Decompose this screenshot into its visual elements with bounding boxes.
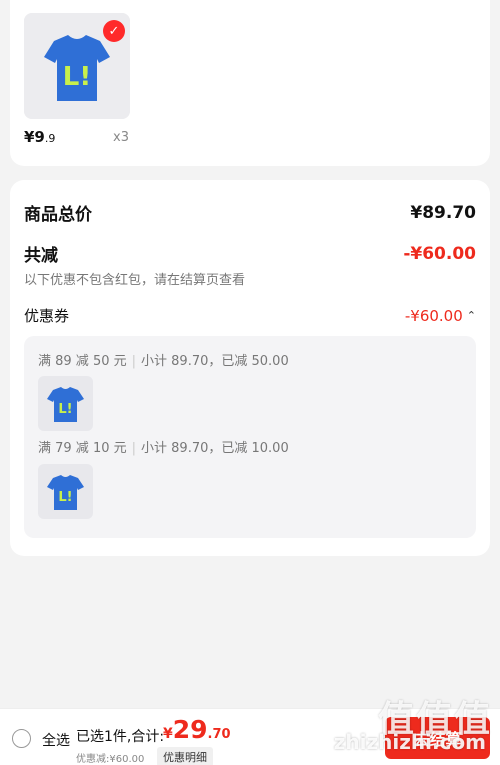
select-all-label[interactable]: 全选 xyxy=(42,730,70,750)
reduce-label: 共减 xyxy=(24,246,58,266)
reduce-row: 共减 -¥60.00 xyxy=(24,241,476,267)
blue-tshirt-icon: L! xyxy=(47,475,84,510)
shirt-print: L! xyxy=(58,402,72,417)
reduce-note: 以下优惠不包含红包，请在结算页查看 xyxy=(24,273,246,288)
coupon-line-1: 满 89 减 50 元 | 小计 89.70，已减 50.00 xyxy=(38,354,289,369)
coupon-detail-box: 满 89 减 50 元 | 小计 89.70，已减 50.00 L! 满 79 减 … xyxy=(24,336,476,538)
shirt-print: L! xyxy=(63,62,91,92)
coupon-rule: 满 79 减 10 元 xyxy=(38,441,127,456)
chevron-up-icon[interactable]: ⌃ xyxy=(467,309,476,322)
cart-item-card: L! ✓ ¥9.9 x3 xyxy=(10,0,490,166)
coupon-value: -¥60.00 xyxy=(404,306,463,325)
item-price: ¥9.9 xyxy=(24,128,56,146)
total-row: 商品总价 ¥89.70 xyxy=(24,200,476,226)
coupon-value-wrap[interactable]: -¥60.00 ⌃ xyxy=(405,307,476,325)
coupon-label: 优惠券 xyxy=(24,307,70,325)
blue-tshirt-icon: L! xyxy=(47,387,84,422)
coupon-subtotal: 小计 89.70，已减 10.00 xyxy=(141,441,289,456)
item-quantity: x3 xyxy=(113,130,129,145)
coupon-line-2: 满 79 减 10 元 | 小计 89.70，已减 10.00 xyxy=(38,441,289,456)
total-label: 商品总价 xyxy=(24,205,92,225)
shirt-print: L! xyxy=(58,490,72,505)
watermark-url: zhizhizhi.com xyxy=(333,730,486,754)
selected-check-icon[interactable]: ✓ xyxy=(103,20,125,42)
selected-count: 已选1件,合计: xyxy=(76,729,165,745)
grand-total: ¥29.70 xyxy=(163,715,231,744)
coupon-product-thumbnail: L! xyxy=(38,464,93,519)
select-all-radio[interactable] xyxy=(12,729,31,748)
coupon-product-thumbnail: L! xyxy=(38,376,93,431)
coupon-rule: 满 89 减 50 元 xyxy=(38,354,127,369)
total-value: ¥89.70 xyxy=(410,202,476,223)
coupon-subtotal: 小计 89.70，已减 50.00 xyxy=(141,354,289,369)
coupon-row[interactable]: 优惠券 -¥60.00 ⌃ xyxy=(24,305,476,326)
reduce-value: -¥60.00 xyxy=(403,243,476,264)
discount-note: 优惠减:¥60.00 xyxy=(76,754,145,765)
discount-detail-button[interactable]: 优惠明细 xyxy=(157,747,213,765)
price-summary-card: 商品总价 ¥89.70 共减 -¥60.00 以下优惠不包含红包，请在结算页查看… xyxy=(10,180,490,556)
